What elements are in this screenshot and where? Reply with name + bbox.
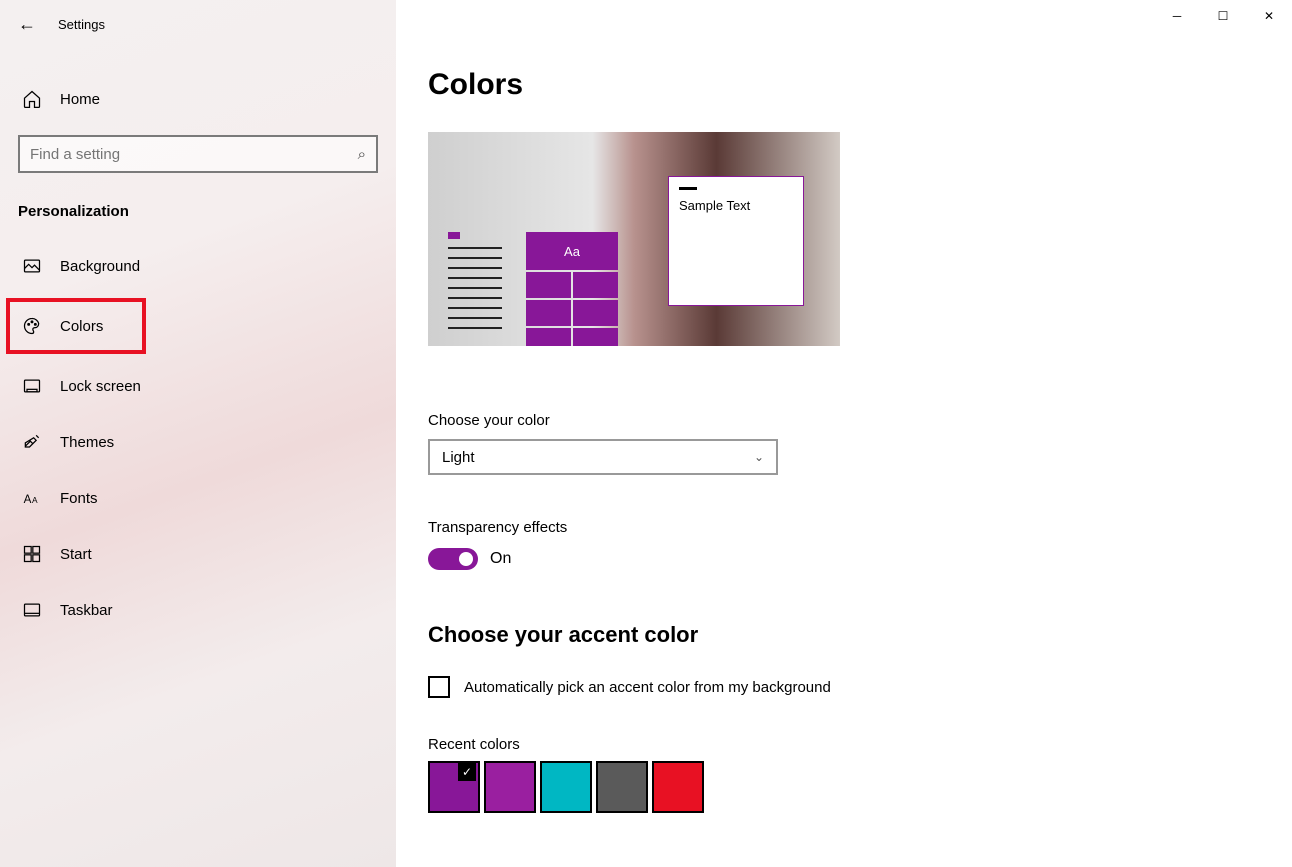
sidebar-item-label: Taskbar (60, 602, 113, 619)
transparency-label: Transparency effects (428, 519, 1292, 536)
checkbox-box (428, 676, 450, 698)
sidebar-item-lockscreen[interactable]: Lock screen (0, 362, 396, 410)
home-icon (22, 89, 42, 109)
color-swatch[interactable] (596, 761, 648, 813)
color-swatch[interactable] (428, 761, 480, 813)
preview-tiles: Aa (526, 232, 618, 354)
recent-colors-row (428, 761, 1292, 813)
choose-color-label: Choose your color (428, 412, 1292, 429)
accent-section-title: Choose your accent color (428, 622, 1292, 648)
sidebar-item-label: Colors (60, 318, 103, 335)
toggle-state: On (490, 550, 511, 568)
sidebar-item-label: Lock screen (60, 378, 141, 395)
home-link[interactable]: Home (0, 73, 396, 125)
taskbar-icon (22, 600, 42, 620)
auto-pick-label: Automatically pick an accent color from … (464, 679, 831, 696)
minimize-button[interactable]: ─ (1154, 0, 1200, 32)
sample-text: Sample Text (679, 198, 750, 213)
sidebar-item-taskbar[interactable]: Taskbar (0, 586, 396, 634)
transparency-toggle[interactable] (428, 548, 478, 570)
dropdown-value: Light (442, 449, 475, 466)
auto-pick-checkbox[interactable]: Automatically pick an accent color from … (428, 676, 1292, 698)
sidebar-item-themes[interactable]: Themes (0, 418, 396, 466)
color-swatch[interactable] (652, 761, 704, 813)
main-content: ─ ☐ ✕ Colors Aa Sample Text Choose your … (396, 0, 1292, 867)
sidebar: ← Settings Home ⌕ Personalization Backgr… (0, 0, 396, 867)
palette-icon (22, 316, 42, 336)
choose-color-dropdown[interactable]: Light ⌄ (428, 439, 778, 475)
search-icon: ⌕ (358, 146, 366, 163)
recent-colors-label: Recent colors (428, 736, 1292, 753)
sidebar-item-start[interactable]: Start (0, 530, 396, 578)
app-title: Settings (58, 17, 105, 32)
sidebar-item-label: Start (60, 546, 92, 563)
color-swatch[interactable] (540, 761, 592, 813)
sidebar-item-label: Themes (60, 434, 114, 451)
themes-icon (22, 432, 42, 452)
sidebar-item-label: Fonts (60, 490, 98, 507)
maximize-button[interactable]: ☐ (1200, 0, 1246, 32)
chevron-down-icon: ⌄ (754, 450, 764, 464)
sidebar-item-colors[interactable]: Colors (6, 298, 146, 354)
window-controls: ─ ☐ ✕ (1154, 0, 1292, 32)
search-input-wrapper[interactable]: ⌕ (18, 135, 378, 173)
svg-text:A: A (24, 493, 32, 506)
sidebar-item-label: Background (60, 258, 140, 275)
preview-taskbar (428, 346, 840, 364)
preview-menu-lines (448, 232, 502, 337)
back-arrow-icon[interactable]: ← (18, 14, 36, 35)
svg-text:A: A (32, 495, 38, 505)
fonts-icon: AA (22, 488, 42, 508)
sidebar-item-background[interactable]: Background (0, 242, 396, 290)
search-input[interactable] (30, 146, 358, 163)
color-swatch[interactable] (484, 761, 536, 813)
preview-tile-big: Aa (526, 232, 618, 270)
close-button[interactable]: ✕ (1246, 0, 1292, 32)
start-icon (22, 544, 42, 564)
theme-preview: Aa Sample Text (428, 132, 840, 364)
home-label: Home (60, 91, 100, 108)
lockscreen-icon (22, 376, 42, 396)
preview-sample-window: Sample Text (668, 176, 804, 306)
sidebar-item-fonts[interactable]: AA Fonts (0, 474, 396, 522)
section-label: Personalization (0, 173, 396, 234)
picture-icon (22, 256, 42, 276)
titlebar: ← Settings (0, 12, 396, 35)
page-title: Colors (428, 68, 1292, 102)
